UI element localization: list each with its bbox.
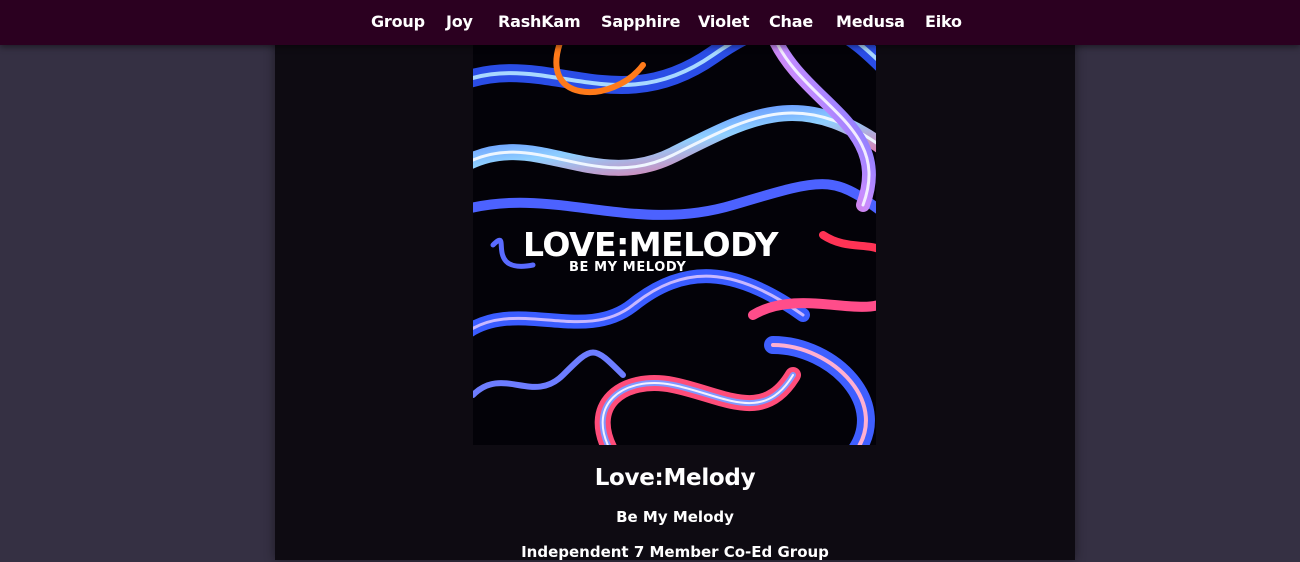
nav-link-rashkam[interactable]: RashKam	[498, 12, 581, 32]
nav-link-group[interactable]: Group	[371, 12, 425, 32]
nav-link-violet[interactable]: Violet	[698, 12, 750, 32]
album-cover-image: LOVE:MELODY BE MY MELODY	[473, 45, 876, 445]
svg-text:BE MY MELODY: BE MY MELODY	[569, 260, 686, 275]
subtitle: Be My Melody	[616, 508, 734, 526]
nav-link-sapphire[interactable]: Sapphire	[601, 12, 680, 32]
nav-link-eiko[interactable]: Eiko	[925, 12, 962, 32]
nav-list: Group Joy RashKam Sapphire Violet Chae M…	[0, 0, 1300, 45]
top-navigation-bar: Group Joy RashKam Sapphire Violet Chae M…	[0, 0, 1300, 45]
nav-link-chae[interactable]: Chae	[769, 12, 813, 32]
svg-text:LOVE:MELODY: LOVE:MELODY	[523, 225, 780, 264]
nav-link-joy[interactable]: Joy	[446, 12, 473, 32]
page-title: Love:Melody	[594, 465, 756, 492]
nav-link-medusa[interactable]: Medusa	[836, 12, 905, 32]
album-cover-art: LOVE:MELODY BE MY MELODY	[473, 45, 876, 445]
group-description: Independent 7 Member Co-Ed Group	[521, 543, 829, 561]
